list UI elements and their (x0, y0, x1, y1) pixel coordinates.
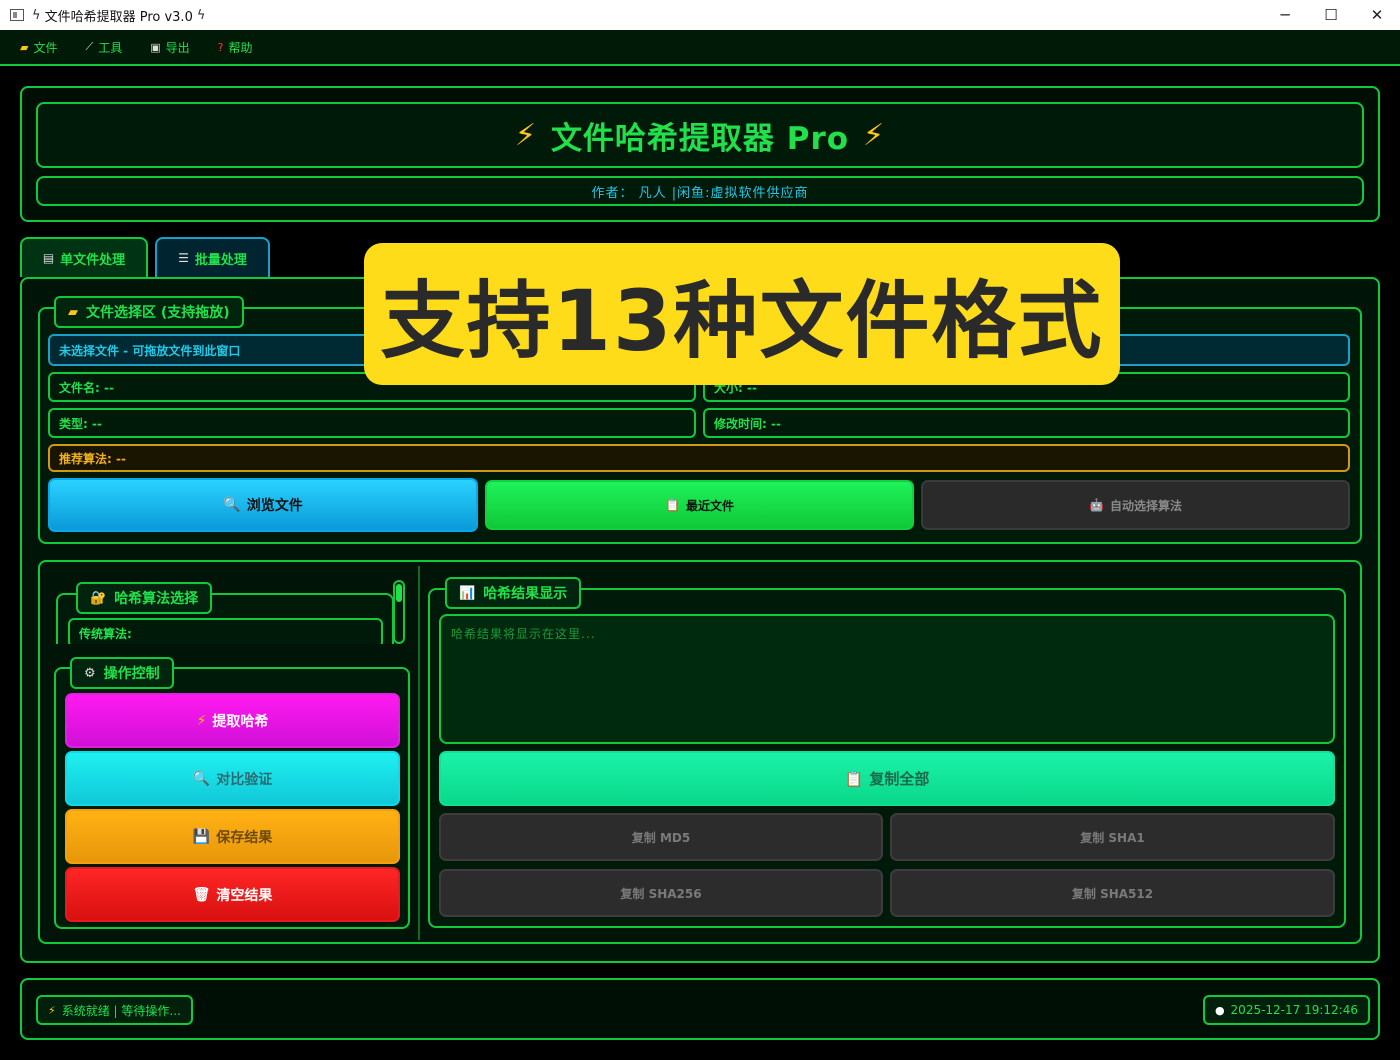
lightning-icon: ⚡ (48, 1003, 56, 1017)
auto-select-algo-button[interactable]: 🤖 自动选择算法 (921, 480, 1350, 530)
clock-icon: ● (1214, 1003, 1225, 1017)
gear-icon: ⚙ (84, 665, 96, 681)
menu-file[interactable]: ▰ 文件 (20, 39, 57, 56)
tab-single-file[interactable]: ▤ 单文件处理 (20, 237, 148, 277)
button-label: 复制全部 (869, 770, 930, 788)
lightning-icon: ϟ (32, 7, 41, 23)
legend-text: 文件选择区 (支持拖放) (86, 305, 230, 321)
menu-tools[interactable]: ⟋ 工具 (85, 39, 122, 56)
stack-icon: ☰ (178, 251, 189, 265)
file-section-legend: ▰ 文件选择区 (支持拖放) (54, 296, 244, 328)
menu-label: 文件 (33, 40, 58, 55)
status-indicator: ⚡ 系统就绪 | 等待操作... (36, 995, 193, 1025)
tab-batch[interactable]: ☰ 批量处理 (155, 237, 270, 277)
recent-files-button[interactable]: 📋 最近文件 (485, 480, 914, 530)
chart-icon: 📊 (459, 585, 476, 601)
app-window-icon (10, 9, 24, 21)
clipboard-icon: 📋 (844, 769, 864, 788)
author-box: 作者： 凡人 |闲鱼:虚拟软件供应商 (36, 176, 1364, 206)
legend-text: 哈希算法选择 (114, 591, 199, 607)
wand-icon: ⟋ (85, 40, 94, 53)
button-label: 自动选择算法 (1109, 498, 1182, 513)
menu-label: 帮助 (228, 40, 253, 55)
folder-icon: ▰ (20, 40, 29, 54)
algo-scrollbar[interactable] (393, 580, 405, 644)
clock-text: 2025-12-17 19:12:46 (1230, 1003, 1358, 1017)
modified-field: 修改时间: -- (703, 408, 1350, 438)
lightning-icon: ⚡ (196, 712, 207, 729)
document-icon: ▤ (42, 251, 55, 265)
maximize-button[interactable]: ☐ (1308, 0, 1354, 30)
menu-export[interactable]: ▣ 导出 (150, 39, 189, 56)
app-title: ⚡ 文件哈希提取器 Pro ⚡ (38, 104, 1362, 166)
legend-text: 哈希结果显示 (483, 586, 568, 602)
close-button[interactable]: ✕ (1354, 0, 1400, 30)
ops-section-legend: ⚙ 操作控制 (70, 657, 174, 689)
lightning-icon: ⚡ (863, 117, 886, 153)
copy-sha512-button[interactable]: 复制 SHA512 (890, 869, 1335, 917)
tab-label: 单文件处理 (60, 252, 126, 268)
type-field: 类型: -- (48, 408, 696, 438)
extract-hash-button[interactable]: ⚡ 提取哈希 (65, 693, 400, 748)
search-icon: 🔍 (192, 770, 211, 787)
title-box: ⚡ 文件哈希提取器 Pro ⚡ (36, 102, 1364, 168)
button-label: 浏览文件 (246, 498, 303, 514)
legend-text: 操作控制 (103, 666, 160, 682)
lock-icon: 🔐 (90, 590, 107, 606)
menu-help[interactable]: ? 帮助 (218, 39, 253, 56)
search-icon: 🔍 (223, 497, 241, 513)
header-panel: ⚡ 文件哈希提取器 Pro ⚡ 作者： 凡人 |闲鱼:虚拟软件供应商 (20, 86, 1380, 222)
window-titlebar: ϟ 文件哈希提取器 Pro v3.0 ϟ ─ ☐ ✕ (0, 0, 1400, 30)
menu-label: 工具 (98, 40, 123, 55)
save-result-button[interactable]: 💾 保存结果 (65, 809, 400, 864)
copy-md5-button[interactable]: 复制 MD5 (439, 813, 883, 861)
folder-icon: ▰ (68, 304, 78, 320)
result-section-legend: 📊 哈希结果显示 (445, 577, 582, 609)
lightning-icon: ⚡ (514, 117, 537, 153)
save-icon: ▣ (150, 40, 161, 54)
recommended-algo-field: 推荐算法: -- (48, 444, 1350, 472)
lightning-icon: ϟ (196, 7, 206, 23)
browse-file-button[interactable]: 🔍 浏览文件 (48, 478, 478, 532)
clock-display: ● 2025-12-17 19:12:46 (1202, 995, 1370, 1025)
scroll-clip (40, 644, 418, 656)
author-text: 作者： 凡人 |闲鱼:虚拟软件供应商 (591, 185, 809, 201)
status-text: 系统就绪 | 等待操作... (61, 1003, 181, 1018)
robot-icon: 🤖 (1089, 498, 1104, 512)
clipboard-icon: 📋 (665, 498, 680, 512)
menu-bar: ▰ 文件 ⟋ 工具 ▣ 导出 ? 帮助 (0, 30, 1400, 66)
copy-all-button[interactable]: 📋 复制全部 (439, 751, 1335, 806)
minimize-button[interactable]: ─ (1262, 0, 1308, 30)
button-label: 提取哈希 (212, 713, 269, 730)
floppy-icon: 💾 (192, 828, 211, 845)
question-icon: ? (217, 40, 224, 54)
button-label: 保存结果 (216, 829, 273, 846)
button-label: 对比验证 (216, 771, 273, 788)
scrollbar-thumb[interactable] (396, 584, 402, 602)
vertical-divider (418, 566, 420, 940)
button-label: 最近文件 (685, 498, 734, 513)
button-label: 清空结果 (216, 887, 273, 904)
window-title: 文件哈希提取器 Pro v3.0 (44, 9, 193, 25)
clear-result-button[interactable]: 🗑 清空结果 (65, 867, 400, 922)
trash-icon: 🗑 (192, 886, 211, 903)
compare-verify-button[interactable]: 🔍 对比验证 (65, 751, 400, 806)
copy-sha256-button[interactable]: 复制 SHA256 (439, 869, 883, 917)
app-title-text: 文件哈希提取器 Pro (550, 120, 850, 157)
statusbar-panel (20, 978, 1380, 1040)
menu-label: 导出 (165, 40, 190, 55)
hash-result-textarea[interactable]: 哈希结果将显示在这里... (439, 614, 1335, 744)
copy-sha1-button[interactable]: 复制 SHA1 (890, 813, 1335, 861)
tab-label: 批量处理 (194, 252, 247, 268)
promo-overlay-banner: 支持13种文件格式 (364, 243, 1120, 385)
algo-section-legend: 🔐 哈希算法选择 (76, 582, 213, 614)
